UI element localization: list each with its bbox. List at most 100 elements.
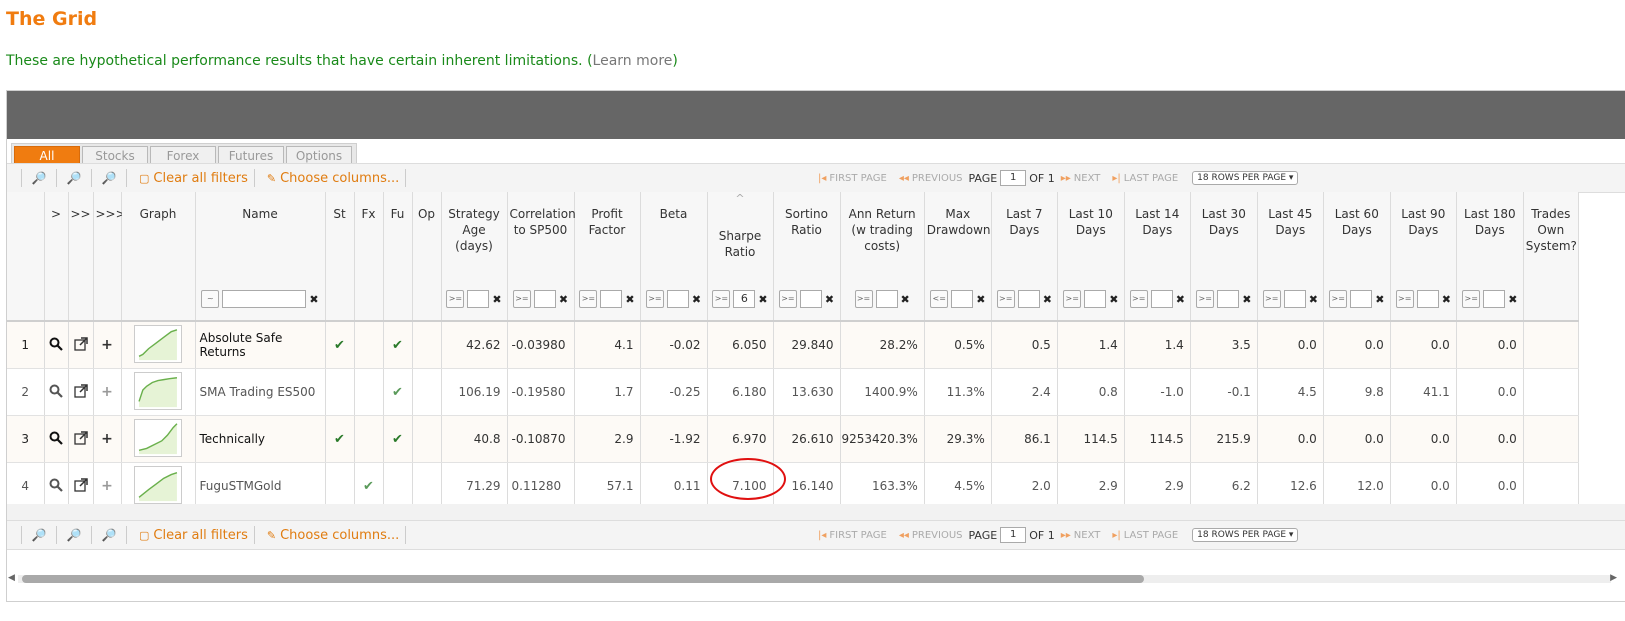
- view-cell[interactable]: [44, 368, 69, 416]
- column-header[interactable]: Trades Own System?: [1523, 192, 1579, 322]
- zoom-icon[interactable]: 🔎: [63, 528, 85, 542]
- filter-input[interactable]: [951, 290, 974, 308]
- previous-button[interactable]: ◂◂ PREVIOUS: [899, 530, 963, 541]
- filter-input[interactable]: 6: [733, 290, 756, 308]
- clear-filter-icon[interactable]: ✖: [758, 293, 767, 306]
- add-cell[interactable]: +: [93, 321, 122, 369]
- external-link-icon[interactable]: [73, 336, 88, 351]
- column-header[interactable]: Name ~ ✖: [195, 192, 326, 322]
- horizontal-scrollbar[interactable]: ◀ ▶: [4, 573, 1625, 583]
- strategy-name[interactable]: Technically: [195, 415, 326, 463]
- column-header[interactable]: Last 180 Days >= ✖: [1456, 192, 1524, 322]
- rows-per-page-select[interactable]: 18 ROWS PER PAGE ▾: [1192, 171, 1299, 185]
- clear-filter-icon[interactable]: ✖: [1508, 293, 1517, 306]
- clear-filter-icon[interactable]: ✖: [825, 293, 834, 306]
- external-link-icon[interactable]: [73, 477, 88, 492]
- choose-columns-button[interactable]: Choose columns...: [280, 171, 399, 186]
- filter-operator-button[interactable]: >=: [446, 290, 465, 308]
- table-row[interactable]: 1 + Absolute Safe Returns ✔ ✔ 42.62 -0.03980 4.…: [7, 321, 1579, 369]
- next-button[interactable]: ▸▸ NEXT: [1061, 530, 1101, 541]
- clear-filter-icon[interactable]: ✖: [976, 293, 985, 306]
- column-header[interactable]: Max Drawdown <= ✖: [924, 192, 992, 322]
- page-input[interactable]: 1: [1000, 527, 1027, 543]
- column-header[interactable]: Last 10 Days >= ✖: [1057, 192, 1125, 322]
- zoom-icon[interactable]: 🔎: [28, 528, 50, 542]
- filter-operator-button[interactable]: >=: [712, 290, 731, 308]
- search-icon[interactable]: [49, 478, 63, 492]
- last-page-button[interactable]: ▸| LAST PAGE: [1112, 173, 1178, 184]
- strategy-name[interactable]: FuguSTMGold: [195, 462, 326, 510]
- clear-filters-button[interactable]: Clear all filters: [153, 528, 247, 543]
- column-header[interactable]: Fx: [354, 192, 384, 322]
- sparkline-chart[interactable]: [134, 324, 182, 363]
- clear-filter-icon[interactable]: ✖: [1309, 293, 1318, 306]
- strategy-name[interactable]: SMA Trading ES500: [195, 368, 326, 416]
- external-link-icon[interactable]: [73, 430, 88, 445]
- filter-operator-button[interactable]: >=: [854, 290, 873, 308]
- filter-operator-button[interactable]: >=: [1395, 290, 1414, 308]
- view-cell[interactable]: [44, 321, 69, 369]
- view-cell[interactable]: [44, 462, 69, 510]
- add-cell[interactable]: +: [93, 462, 122, 510]
- filter-operator-button[interactable]: >=: [1196, 290, 1215, 308]
- clear-filter-icon[interactable]: ✖: [901, 293, 910, 306]
- filter-operator-button[interactable]: >=: [645, 290, 664, 308]
- column-header[interactable]: Sortino Ratio >= ✖: [773, 192, 841, 322]
- clear-filter-icon[interactable]: ✖: [1109, 293, 1118, 306]
- column-header[interactable]: Last 7 Days >= ✖: [991, 192, 1058, 322]
- plus-icon[interactable]: +: [101, 431, 113, 447]
- clear-filter-icon[interactable]: ✖: [1176, 293, 1185, 306]
- filter-operator-button[interactable]: >=: [1262, 290, 1281, 308]
- search-icon[interactable]: [49, 337, 63, 351]
- filter-input[interactable]: [1017, 290, 1040, 308]
- filter-input[interactable]: [467, 290, 490, 308]
- column-header[interactable]: Ann Return (w trading costs) >= ✖: [840, 192, 925, 322]
- add-cell[interactable]: +: [93, 368, 122, 416]
- open-cell[interactable]: [68, 321, 94, 369]
- filter-operator-button[interactable]: ~: [201, 290, 220, 308]
- filter-operator-button[interactable]: >=: [579, 290, 598, 308]
- filter-input[interactable]: [1283, 290, 1306, 308]
- choose-columns-button[interactable]: Choose columns...: [280, 528, 399, 543]
- filter-input[interactable]: [1416, 290, 1439, 308]
- column-header[interactable]: >>>: [93, 192, 126, 322]
- clear-filter-icon[interactable]: ✖: [1375, 293, 1384, 306]
- filter-input[interactable]: [600, 290, 623, 308]
- filter-input[interactable]: [1483, 290, 1506, 308]
- open-cell[interactable]: [68, 462, 94, 510]
- view-cell[interactable]: [44, 415, 69, 463]
- column-header[interactable]: Graph: [121, 192, 196, 322]
- table-row[interactable]: 3 + Technically ✔ ✔ 40.8 -0.10870 2.9 -1.92 6.970…: [7, 415, 1579, 463]
- rows-per-page-select[interactable]: 18 ROWS PER PAGE ▾: [1192, 528, 1299, 542]
- clear-filter-icon[interactable]: ✖: [1442, 293, 1451, 306]
- filter-input[interactable]: [1217, 290, 1240, 308]
- column-header[interactable]: Strategy Age (days) >= ✖: [441, 192, 508, 322]
- column-header[interactable]: St: [325, 192, 355, 322]
- open-cell[interactable]: [68, 415, 94, 463]
- column-header[interactable]: Last 45 Days >= ✖: [1257, 192, 1324, 322]
- clear-filter-icon[interactable]: ✖: [492, 293, 501, 306]
- sparkline-chart[interactable]: [134, 371, 182, 410]
- sparkline-chart[interactable]: [134, 465, 182, 504]
- next-button[interactable]: ▸▸ NEXT: [1061, 173, 1101, 184]
- clear-filter-icon[interactable]: ✖: [559, 293, 568, 306]
- filter-operator-button[interactable]: >=: [996, 290, 1015, 308]
- filter-input[interactable]: [222, 290, 307, 308]
- filter-input[interactable]: [1150, 290, 1173, 308]
- filter-input[interactable]: [875, 290, 898, 308]
- filter-operator-button[interactable]: <=: [930, 290, 949, 308]
- filter-operator-button[interactable]: >=: [1462, 290, 1481, 308]
- column-header[interactable]: Beta >= ✖: [640, 192, 708, 322]
- sparkline-chart[interactable]: [134, 418, 182, 457]
- filter-operator-button[interactable]: >=: [1063, 290, 1082, 308]
- filter-input[interactable]: [799, 290, 822, 308]
- clear-filter-icon[interactable]: ✖: [309, 293, 318, 306]
- clear-filters-button[interactable]: Clear all filters: [153, 171, 247, 186]
- filter-operator-button[interactable]: >=: [778, 290, 797, 308]
- column-header[interactable]: >: [44, 192, 69, 322]
- clear-filter-icon[interactable]: ✖: [625, 293, 634, 306]
- column-header[interactable]: [7, 192, 45, 322]
- column-header[interactable]: Last 90 Days >= ✖: [1390, 192, 1457, 322]
- plus-icon[interactable]: +: [101, 384, 113, 400]
- last-page-button[interactable]: ▸| LAST PAGE: [1112, 530, 1178, 541]
